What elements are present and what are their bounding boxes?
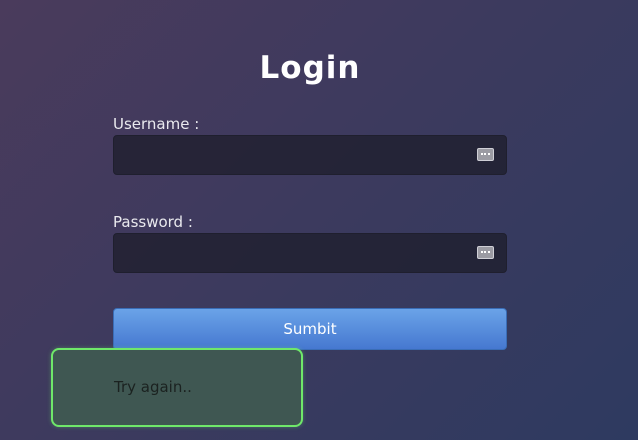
page-title: Login (259, 50, 361, 86)
password-label: Password : (113, 213, 193, 231)
username-input[interactable] (122, 136, 476, 176)
password-manager-key-icon[interactable] (477, 148, 494, 161)
password-field[interactable] (113, 233, 507, 274)
submit-button[interactable]: Sumbit (113, 308, 507, 350)
username-label: Username : (113, 115, 200, 133)
error-toast: Try again.. (51, 348, 303, 427)
password-input[interactable] (122, 234, 476, 274)
username-field[interactable] (113, 135, 507, 176)
login-page: Login Username : Password : Sumbit Try a… (0, 0, 638, 440)
error-message: Try again.. (114, 378, 192, 396)
password-manager-key-icon[interactable] (477, 246, 494, 259)
